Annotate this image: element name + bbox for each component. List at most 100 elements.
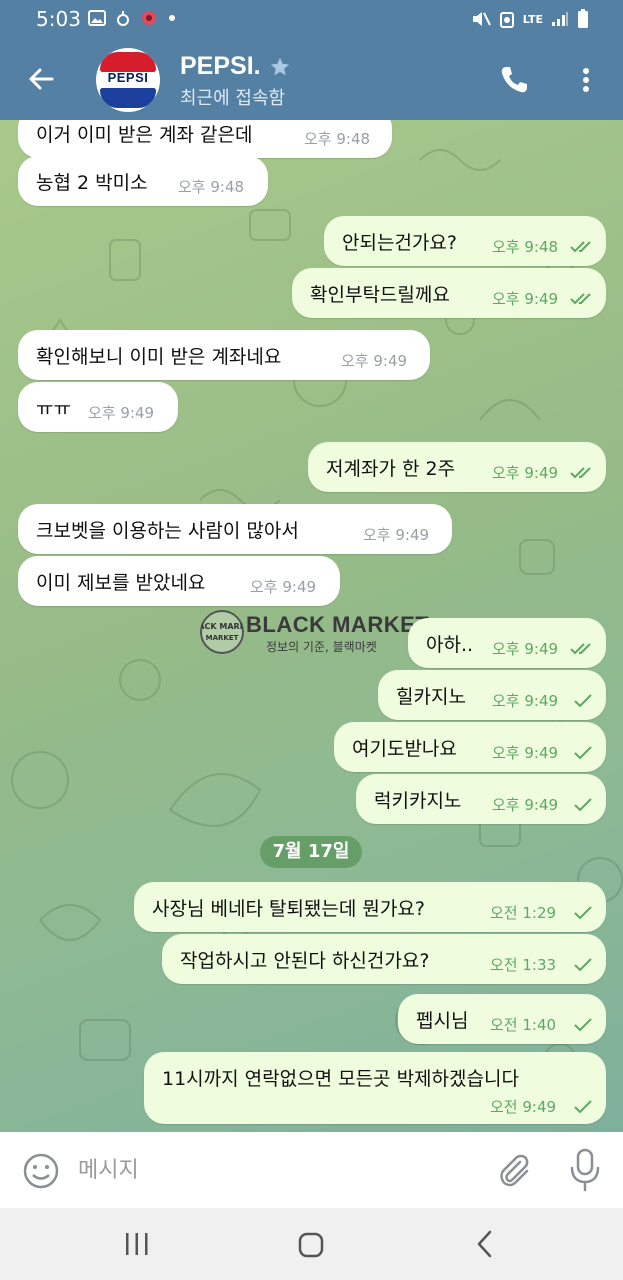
- message-bubble[interactable]: 크보벳을 이용하는 사람이 많아서 오후 9:49: [18, 504, 452, 554]
- avatar-red-band: [100, 52, 156, 72]
- message-time: 오전 1:29: [490, 904, 557, 922]
- dot-icon: [169, 15, 175, 21]
- message-time: 오후 9:49: [492, 290, 559, 308]
- message-time: 오후 9:49: [363, 526, 430, 544]
- message-text: 펩시님: [416, 1010, 469, 1032]
- status-left-icons: [88, 9, 176, 27]
- data-saver-icon: [499, 12, 514, 28]
- watermark-logo-icon: BLACK MARKET MARKET: [187, 610, 257, 654]
- message-text: 저계좌가 한 2주: [326, 458, 456, 480]
- back-icon[interactable]: [472, 1228, 498, 1260]
- message-text: 농협 2 박미소: [36, 172, 148, 194]
- message-bubble[interactable]: 이거 이미 받은 계좌 같은데 오후 9:48: [18, 120, 392, 158]
- message-bubble[interactable]: 안되는건가요? 오후 9:48: [324, 216, 606, 266]
- phone-icon[interactable]: [498, 64, 530, 96]
- message-text: ㅠㅠ: [36, 398, 71, 420]
- avatar-blue-band: [100, 88, 156, 108]
- message-bubble[interactable]: 확인해보니 이미 받은 계좌네요 오후 9:49: [18, 330, 430, 380]
- message-bubble[interactable]: ㅠㅠ 오후 9:49: [18, 382, 178, 432]
- double-check-icon: [570, 643, 591, 655]
- message-bubble[interactable]: 작업하시고 안된다 하신건가요? 오전 1:33: [162, 934, 606, 984]
- message-text: 아하..: [426, 634, 474, 656]
- message-text: 확인부탁드릴께요: [310, 284, 450, 306]
- message-time: 오후 9:49: [492, 796, 559, 814]
- message-time: 오후 9:49: [492, 692, 559, 710]
- message-bubble[interactable]: 확인부탁드릴께요 오후 9:49: [292, 268, 606, 318]
- status-bar: 5:03 LTE: [0, 0, 623, 38]
- message-time: 오후 9:49: [250, 578, 317, 596]
- message-time: 오전 1:33: [490, 956, 557, 974]
- message-text: 이거 이미 받은 계좌 같은데: [36, 124, 253, 146]
- check-icon: [574, 1100, 592, 1114]
- system-nav-bar: [0, 1208, 623, 1280]
- star-icon: [270, 57, 289, 75]
- more-icon[interactable]: [574, 64, 598, 96]
- message-time: 오후 9:49: [492, 464, 559, 482]
- recent-apps-icon[interactable]: [122, 1230, 152, 1258]
- mute-icon: [472, 12, 491, 26]
- contact-name: PEPSI.: [180, 52, 261, 80]
- double-check-icon: [570, 241, 591, 253]
- attach-icon[interactable]: [496, 1150, 532, 1190]
- message-text: 이미 제보를 받았네요: [36, 572, 206, 594]
- microphone-icon[interactable]: [568, 1148, 602, 1192]
- home-icon[interactable]: [296, 1230, 326, 1260]
- message-bubble[interactable]: 럭키카지노 오후 9:49: [356, 774, 606, 824]
- status-time: 5:03: [36, 7, 81, 31]
- avatar-logo-text: PEPSI: [107, 70, 149, 85]
- watermark-subtitle: 정보의 기준, 블랙마켓: [266, 640, 377, 654]
- message-time: 오후 9:49: [341, 352, 408, 370]
- check-icon: [574, 746, 592, 760]
- message-bubble[interactable]: 이미 제보를 받았네요 오후 9:49: [18, 556, 340, 606]
- message-text: 작업하시고 안된다 하신건가요?: [180, 950, 430, 972]
- watermark-title: BLACK MARKET: [246, 612, 430, 637]
- message-text: 크보벳을 이용하는 사람이 많아서: [36, 520, 299, 542]
- double-check-icon: [570, 467, 591, 479]
- message-text: 확인해보니 이미 받은 계좌네요: [36, 346, 282, 368]
- message-time: 오후 9:49: [492, 744, 559, 762]
- message-input-bar: [0, 1132, 623, 1208]
- message-time: 오후 9:48: [492, 238, 559, 256]
- back-arrow-icon[interactable]: [24, 62, 58, 96]
- message-time: 오전 1:40: [490, 1016, 557, 1034]
- message-input[interactable]: [78, 1152, 478, 1188]
- check-icon: [574, 958, 592, 972]
- message-time: 오후 9:49: [88, 404, 155, 422]
- check-icon: [574, 694, 592, 708]
- message-bubble[interactable]: 저계좌가 한 2주 오후 9:49: [308, 442, 606, 492]
- battery-icon: [578, 9, 588, 28]
- check-icon: [574, 798, 592, 812]
- svg-text:MARKET: MARKET: [206, 634, 239, 642]
- message-bubble[interactable]: 아하.. 오후 9:49: [408, 618, 606, 668]
- message-text: 여기도받나요: [352, 738, 457, 760]
- message-time: 오후 9:48: [304, 130, 371, 148]
- message-bubble[interactable]: 펩시님 오전 1:40: [398, 994, 606, 1044]
- check-icon: [574, 1018, 592, 1032]
- chat-area[interactable]: BLACK MARKET MARKET BLACK MARKET 정보의 기준, …: [0, 120, 623, 1132]
- message-bubble[interactable]: 사장님 베네타 탈퇴됐는데 뭔가요? 오전 1:29: [134, 882, 606, 932]
- message-text: 힐카지노: [396, 686, 466, 708]
- date-separator: 7월 17일: [260, 836, 362, 868]
- message-bubble[interactable]: 힐카지노 오후 9:49: [378, 670, 606, 720]
- message-bubble[interactable]: 농협 2 박미소 오후 9:48: [18, 156, 268, 206]
- message-text: 럭키카지노: [374, 790, 462, 812]
- message-bubble[interactable]: 여기도받나요 오후 9:49: [334, 722, 606, 772]
- emoji-icon[interactable]: [22, 1152, 60, 1190]
- message-time: 오전 9:49: [490, 1098, 557, 1116]
- message-text: 사장님 베네타 탈퇴됐는데 뭔가요?: [152, 898, 425, 920]
- contact-name-row[interactable]: PEPSI.: [180, 52, 291, 81]
- check-icon: [574, 906, 592, 920]
- svg-text:BLACK MARKET: BLACK MARKET: [202, 622, 242, 631]
- double-check-icon: [570, 293, 591, 305]
- gallery-icon: [88, 10, 106, 26]
- avatar[interactable]: PEPSI: [96, 48, 160, 112]
- message-text: 안되는건가요?: [342, 232, 457, 254]
- network-type: LTE: [522, 12, 543, 26]
- message-time: 오후 9:48: [178, 178, 245, 196]
- message-text: 11시까지 연락없으면 모든곳 박제하겠습니다: [162, 1068, 519, 1090]
- chat-header: PEPSI PEPSI. 최근에 접속함: [0, 38, 623, 120]
- contact-status: 최근에 접속함: [180, 88, 286, 109]
- status-right-icons: LTE: [471, 9, 589, 29]
- message-time: 오후 9:49: [492, 640, 559, 658]
- message-bubble[interactable]: 11시까지 연락없으면 모든곳 박제하겠습니다 오전 9:49: [144, 1052, 606, 1124]
